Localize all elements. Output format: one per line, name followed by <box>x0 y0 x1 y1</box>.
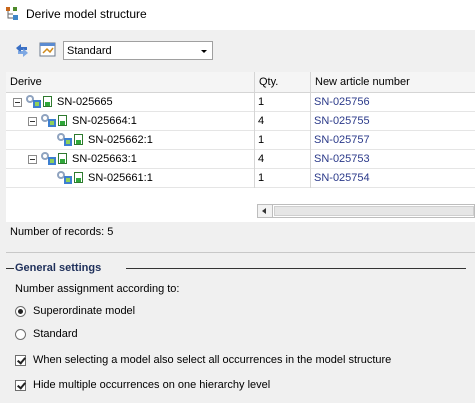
model-assembly-icon <box>41 114 56 127</box>
chevron-down-icon <box>201 50 207 53</box>
column-header-new-article-number[interactable]: New article number <box>311 72 475 92</box>
model-assembly-icon <box>41 152 56 165</box>
checkbox[interactable] <box>15 380 26 391</box>
new-article-number-cell[interactable]: SN-025754 <box>311 169 475 188</box>
model-tree-icon <box>6 7 18 20</box>
row-name: SN-025663:1 <box>72 153 137 165</box>
number-assignment-label: Number assignment according to: <box>15 283 180 295</box>
column-header-derive[interactable]: Derive <box>6 72 255 92</box>
general-settings-panel: General settings Number assignment accor… <box>6 252 475 403</box>
document-icon <box>74 134 83 145</box>
scroll-left-icon[interactable] <box>258 205 273 217</box>
model-assembly-icon <box>26 95 41 108</box>
derive-cell: SN-025661:1 <box>6 169 255 188</box>
derive-cell: SN-025665 <box>6 93 255 112</box>
table-row[interactable]: SN-025665 1 SN-025756 <box>6 93 475 112</box>
collapse-icon[interactable] <box>28 155 37 164</box>
title-bar: Derive model structure <box>0 0 475 30</box>
new-article-number-cell[interactable]: SN-025757 <box>311 131 475 150</box>
grid-header: Derive Qty. New article number <box>6 72 475 93</box>
radio-label[interactable]: Superordinate model <box>33 305 135 317</box>
qty-cell[interactable]: 4 <box>255 150 311 169</box>
horizontal-scrollbar[interactable] <box>257 204 475 218</box>
derive-cell: SN-025662:1 <box>6 131 255 150</box>
qty-cell[interactable]: 4 <box>255 112 311 131</box>
mode-select-value: Standard <box>67 45 112 57</box>
column-header-qty[interactable]: Qty. <box>255 72 311 92</box>
radio-label[interactable]: Standard <box>33 328 78 340</box>
row-name: SN-025665 <box>57 96 113 108</box>
new-article-number-cell[interactable]: SN-025753 <box>311 150 475 169</box>
table-row[interactable]: SN-025663:1 4 SN-025753 <box>6 150 475 169</box>
qty-cell[interactable]: 1 <box>255 131 311 150</box>
new-article-number-cell[interactable]: SN-025755 <box>311 112 475 131</box>
collapse-icon[interactable] <box>28 117 37 126</box>
general-settings-title: General settings <box>15 262 106 274</box>
record-count: Number of records: 5 <box>10 226 114 238</box>
model-assembly-icon <box>57 171 72 184</box>
radio-button[interactable] <box>15 329 26 340</box>
toolbar: Standard <box>0 38 475 66</box>
group-divider-left <box>6 268 14 269</box>
document-icon <box>43 96 52 107</box>
new-article-number-cell[interactable]: SN-025756 <box>311 93 475 112</box>
window-title: Derive model structure <box>26 7 147 21</box>
radio-button[interactable] <box>15 306 26 317</box>
document-icon <box>58 115 67 126</box>
qty-cell[interactable]: 1 <box>255 93 311 112</box>
row-name: SN-025664:1 <box>72 115 137 127</box>
mode-select[interactable]: Standard <box>63 41 213 60</box>
table-row[interactable]: SN-025661:1 1 SN-025754 <box>6 169 475 188</box>
scrollbar-thumb[interactable] <box>274 206 474 216</box>
derive-cell: SN-025663:1 <box>6 150 255 169</box>
document-icon <box>74 172 83 183</box>
row-name: SN-025661:1 <box>88 172 153 184</box>
group-divider-right <box>126 268 466 269</box>
checkbox[interactable] <box>15 355 26 366</box>
collapse-icon[interactable] <box>13 98 22 107</box>
derive-grid: Derive Qty. New article number SN-025665… <box>6 72 475 222</box>
qty-cell[interactable]: 1 <box>255 169 311 188</box>
table-row[interactable]: SN-025664:1 4 SN-025755 <box>6 112 475 131</box>
derive-cell: SN-025664:1 <box>6 112 255 131</box>
model-assembly-icon <box>57 133 72 146</box>
refresh-icon[interactable] <box>12 40 32 60</box>
checkbox-label[interactable]: Hide multiple occurrences on one hierarc… <box>33 379 270 391</box>
settings-window-icon[interactable] <box>38 40 58 60</box>
document-icon <box>58 153 67 164</box>
checkbox-label[interactable]: When selecting a model also select all o… <box>33 354 391 366</box>
row-name: SN-025662:1 <box>88 134 153 146</box>
table-row[interactable]: SN-025662:1 1 SN-025757 <box>6 131 475 150</box>
